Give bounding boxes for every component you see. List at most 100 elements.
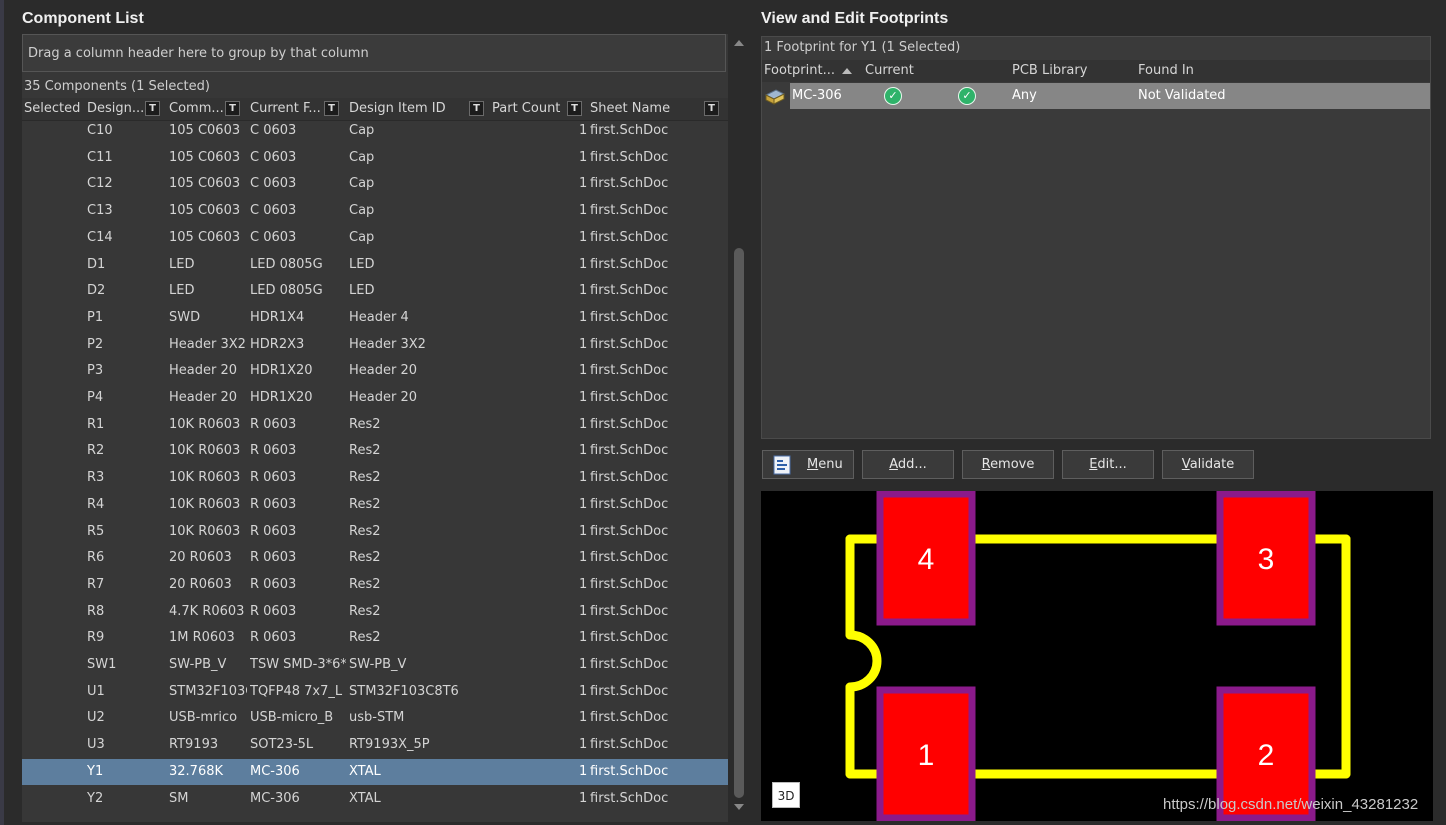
footprint-count: 1 Footprint for Y1 (1 Selected) — [764, 40, 961, 55]
column-header-footprint[interactable]: Footprint... — [764, 60, 834, 82]
table-row[interactable]: R1 10K R0603 R 0603 Res2 1 first.SchDoc — [22, 412, 728, 439]
designator-cell: R4 — [87, 496, 105, 512]
table-row[interactable]: C13 105 C0603 C 0603 Cap 1 first.SchDoc — [22, 198, 728, 225]
table-row[interactable]: P4 Header 20 HDR1X20 Header 20 1 first.SchDoc — [22, 385, 728, 412]
filter-icon[interactable]: T — [225, 101, 240, 116]
footprint-cell: R 0603 — [250, 550, 297, 566]
group-by-drop-area[interactable]: Drag a column header here to group by th… — [22, 34, 726, 72]
comment-cell: LED — [169, 283, 195, 299]
column-header-comment[interactable]: Comm... — [169, 98, 227, 120]
menu-mnemonic: M — [807, 457, 819, 472]
table-row[interactable]: SW1 SW-PB_V TSW SMD-3*6* SW-PB_V 1 first.SchD… — [22, 652, 728, 679]
sheet-name-cell: first.SchDoc — [590, 657, 669, 672]
designator-cell: R8 — [87, 603, 105, 619]
menu-icon — [773, 455, 791, 475]
table-row[interactable]: R7 20 R0603 R 0603 Res2 1 first.SchDoc — [22, 572, 728, 599]
column-header-selected[interactable]: Selected — [24, 98, 82, 120]
part-count-cell: 1 — [579, 550, 588, 566]
table-row[interactable]: P3 Header 20 HDR1X20 Header 20 1 first.SchDoc — [22, 358, 728, 385]
add-button[interactable]: Add... — [862, 450, 954, 479]
validate-button[interactable]: Validate — [1162, 450, 1254, 479]
pad-label-3: 3 — [1258, 543, 1275, 576]
menu-button[interactable]: Menu — [762, 450, 854, 479]
part-count-cell: 1 — [579, 443, 588, 459]
column-header-part-count[interactable]: Part Count — [492, 98, 566, 120]
designator-cell: C12 — [87, 176, 113, 192]
comment-cell: 105 C0603 — [169, 176, 241, 192]
table-row[interactable]: C14 105 C0603 C 0603 Cap 1 first.SchDoc — [22, 225, 728, 252]
filter-icon[interactable]: T — [324, 101, 339, 116]
sheet-name-cell: first.SchDoc — [590, 683, 669, 699]
comment-cell: 1M R0603 — [169, 630, 235, 646]
footprint-cell: R 0603 — [250, 576, 297, 592]
sheet-name-cell: first.SchDoc — [590, 229, 669, 245]
footprint-row[interactable]: MC-306 ✓ ✓ Any Not Validated — [790, 83, 1430, 109]
column-header-current-footprint[interactable]: Current F... — [250, 98, 322, 120]
edit-button[interactable]: Edit... — [1062, 450, 1154, 479]
footprint-cell: R 0603 — [250, 603, 297, 619]
table-row[interactable]: U1 STM32F103C TQFP48 7x7_L STM32F103C8T6 1 fi… — [22, 679, 728, 706]
designator-cell: U2 — [87, 710, 105, 726]
remove-button[interactable]: Remove — [962, 450, 1054, 479]
footprint-cell: USB-micro_B — [250, 710, 334, 726]
column-header-sheet-name[interactable]: Sheet Name — [590, 98, 700, 120]
column-header-found-in[interactable]: Found In — [1138, 60, 1258, 82]
table-row[interactable]: R9 1M R0603 R 0603 Res2 1 first.SchDoc — [22, 625, 728, 652]
footprint-cell: R 0603 — [250, 470, 297, 486]
table-row[interactable]: D2 LED LED 0805G LED 1 first.SchDoc — [22, 278, 728, 305]
3d-toggle-button[interactable]: 3D — [772, 782, 800, 808]
footprint-graphic: 4 3 1 2 — [845, 491, 1351, 821]
table-row[interactable]: C12 105 C0603 C 0603 Cap 1 first.SchDoc — [22, 171, 728, 198]
filter-icon[interactable]: T — [567, 101, 582, 116]
footprint-cell: C 0603 — [250, 176, 297, 192]
table-row[interactable]: C11 105 C0603 C 0603 Cap 1 first.SchDoc — [22, 145, 728, 172]
table-row[interactable]: R6 20 R0603 R 0603 Res2 1 first.SchDoc — [22, 545, 728, 572]
column-header-designator[interactable]: Design... — [87, 98, 145, 120]
scrollbar-thumb[interactable] — [734, 248, 744, 798]
table-row[interactable]: R8 4.7K R0603 R 0603 Res2 1 first.SchDoc — [22, 599, 728, 626]
footprint-preview[interactable]: 4 3 1 2 3D — [761, 491, 1433, 821]
table-row[interactable]: Y2 SM MC-306 XTAL 1 first.SchDoc — [22, 786, 728, 813]
table-row[interactable]: U2 USB-mrico USB-micro_B usb-STM 1 first.SchD… — [22, 705, 728, 732]
filter-icon[interactable]: T — [145, 101, 160, 116]
part-count-cell: 1 — [579, 683, 588, 699]
visible-check-icon[interactable]: ✓ — [958, 87, 976, 105]
current-check-icon[interactable]: ✓ — [884, 87, 902, 105]
footprint-cell: HDR1X4 — [250, 309, 305, 325]
filter-icon[interactable]: T — [704, 101, 719, 116]
item-id-cell: Cap — [349, 149, 375, 165]
item-id-cell: Res2 — [349, 416, 381, 432]
part-count-cell: 1 — [579, 496, 588, 512]
designator-cell: R7 — [87, 576, 105, 592]
table-row[interactable]: U3 RT9193 SOT23-5L RT9193X_5P 1 first.SchDoc — [22, 732, 728, 759]
sheet-name-cell: first.SchDoc — [590, 390, 669, 405]
part-count-cell: 1 — [579, 363, 588, 379]
column-header-current[interactable]: Current — [865, 60, 925, 82]
comment-cell: 10K R0603 — [169, 470, 241, 486]
scroll-up-icon[interactable] — [734, 40, 744, 46]
component-list-scrollbar[interactable] — [732, 34, 746, 822]
table-row[interactable]: D1 LED LED 0805G LED 1 first.SchDoc — [22, 252, 728, 279]
designator-cell: R2 — [87, 443, 105, 459]
part-count-cell: 1 — [579, 390, 588, 405]
designator-cell: C14 — [87, 229, 113, 245]
footprint-cell: MC-306 — [250, 763, 300, 779]
column-header-design-item-id[interactable]: Design Item ID — [349, 98, 469, 120]
column-header-pcb-library[interactable]: PCB Library — [1012, 60, 1122, 82]
footprint-cell: HDR2X3 — [250, 336, 305, 352]
sheet-name-cell: first.SchDoc — [590, 176, 669, 192]
sheet-name-cell: first.SchDoc — [590, 416, 669, 432]
table-row[interactable]: Y1 32.768K MC-306 XTAL 1 first.SchDoc — [22, 758, 728, 786]
sheet-name-cell: first.SchDoc — [590, 123, 669, 138]
table-row[interactable]: R5 10K R0603 R 0603 Res2 1 first.SchDoc — [22, 519, 728, 546]
scroll-down-icon[interactable] — [734, 804, 744, 810]
table-row[interactable]: P1 SWD HDR1X4 Header 4 1 first.SchDoc — [22, 305, 728, 332]
filter-icon[interactable]: T — [469, 101, 484, 116]
item-id-cell: RT9193X_5P — [349, 737, 430, 753]
designator-cell: R5 — [87, 523, 105, 539]
table-row[interactable]: P2 Header 3X2 HDR2X3 Header 3X2 1 first.SchDo… — [22, 332, 728, 359]
table-row[interactable]: R3 10K R0603 R 0603 Res2 1 first.SchDoc — [22, 465, 728, 492]
table-row[interactable]: C10 105 C0603 C 0603 Cap 1 first.SchDoc — [22, 118, 728, 145]
table-row[interactable]: R2 10K R0603 R 0603 Res2 1 first.SchDoc — [22, 438, 728, 465]
table-row[interactable]: R4 10K R0603 R 0603 Res2 1 first.SchDoc — [22, 492, 728, 519]
